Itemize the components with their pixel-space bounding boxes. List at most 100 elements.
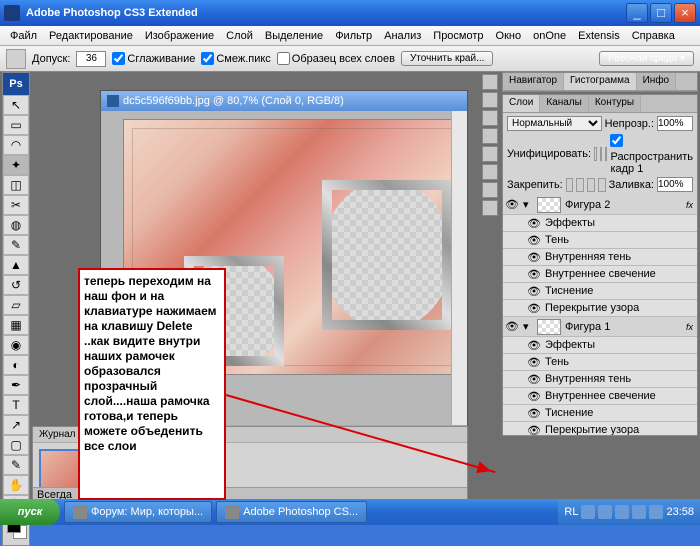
opacity-input[interactable] (657, 116, 693, 131)
fx-header[interactable]: 👁Эффекты (503, 215, 697, 232)
task-photoshop[interactable]: Adobe Photoshop CS... (216, 501, 367, 523)
blend-mode-select[interactable]: Нормальный (507, 116, 602, 131)
fx-item[interactable]: 👁Внутреннее свечение (503, 388, 697, 405)
opacity-label: Непрозр.: (605, 118, 654, 130)
alllayers-check[interactable]: Образец всех слоев (277, 52, 395, 65)
menu-select[interactable]: Выделение (259, 28, 329, 44)
workspace-button[interactable]: Рабочая среда ▾ (599, 51, 694, 66)
visibility-icon[interactable]: 👁 (505, 198, 519, 211)
panel-icon[interactable] (482, 182, 498, 198)
panel-icon[interactable] (482, 128, 498, 144)
clock[interactable]: 23:58 (666, 506, 694, 518)
fx-item[interactable]: 👁Внутренняя тень (503, 249, 697, 266)
move-tool[interactable]: ↖ (3, 95, 29, 115)
fill-input[interactable] (657, 177, 693, 192)
antialias-check[interactable]: Сглаживание (112, 52, 195, 65)
unify-icon[interactable] (605, 147, 607, 161)
menu-analysis[interactable]: Анализ (378, 28, 427, 44)
close-button[interactable]: × (674, 3, 696, 23)
fx-item[interactable]: 👁Тиснение (503, 283, 697, 300)
menu-filter[interactable]: Фильтр (329, 28, 378, 44)
history-brush-tool[interactable]: ↺ (3, 275, 29, 295)
panel-icon[interactable] (482, 110, 498, 126)
tab-layers[interactable]: Слои (503, 95, 540, 112)
menu-layer[interactable]: Слой (220, 28, 259, 44)
panel-icon[interactable] (482, 92, 498, 108)
tray-icon[interactable] (615, 505, 629, 519)
heal-tool[interactable]: ◍ (3, 215, 29, 235)
menu-bar: Файл Редактирование Изображение Слой Выд… (0, 26, 700, 46)
tray-icon[interactable] (598, 505, 612, 519)
stamp-tool[interactable]: ▲ (3, 255, 29, 275)
contiguous-check[interactable]: Смеж.пикс (201, 52, 270, 65)
hand-tool[interactable]: ✋ (3, 475, 29, 495)
unify-icon[interactable] (594, 147, 596, 161)
refine-edge-button[interactable]: Уточнить край... (401, 51, 493, 66)
menu-extensis[interactable]: Extensis (572, 28, 626, 44)
layer-figura1[interactable]: 👁▾Фигура 1fx (503, 317, 697, 337)
fx-item[interactable]: 👁Тень (503, 232, 697, 249)
menu-window[interactable]: Окно (490, 28, 528, 44)
menu-help[interactable]: Справка (626, 28, 681, 44)
menu-edit[interactable]: Редактирование (43, 28, 139, 44)
gradient-tool[interactable]: ▦ (3, 315, 29, 335)
frame-thumb[interactable] (39, 449, 83, 489)
menu-onone[interactable]: onOne (527, 28, 572, 44)
eraser-tool[interactable]: ▱ (3, 295, 29, 315)
slice-tool[interactable]: ✂ (3, 195, 29, 215)
window-titlebar: Adobe Photoshop CS3 Extended _ □ × (0, 0, 700, 26)
tolerance-input[interactable] (76, 51, 106, 67)
task-forum[interactable]: Форум: Мир, которы... (64, 501, 212, 523)
layer-figura2[interactable]: 👁▾Фигура 2fx (503, 195, 697, 215)
menu-view[interactable]: Просмотр (427, 28, 489, 44)
lock-icon[interactable] (587, 178, 595, 192)
panel-icon[interactable] (482, 200, 498, 216)
marquee-tool[interactable]: ▭ (3, 115, 29, 135)
start-button[interactable]: пуск (0, 499, 60, 525)
wand-tool[interactable]: ✦ (3, 155, 29, 175)
scroll-vertical[interactable] (451, 111, 467, 425)
fx-item[interactable]: 👁Внутреннее свечение (503, 266, 697, 283)
document-titlebar[interactable]: dc5c596f69bb.jpg @ 80,7% (Слой 0, RGB/8) (101, 91, 467, 111)
fx-item[interactable]: 👁Перекрытие узора (503, 422, 697, 435)
path-tool[interactable]: ↗ (3, 415, 29, 435)
lang-indicator[interactable]: RL (564, 506, 578, 518)
panel-icon[interactable] (482, 164, 498, 180)
tab-channels[interactable]: Каналы (540, 95, 589, 112)
fx-item[interactable]: 👁Внутренняя тень (503, 371, 697, 388)
tab-paths[interactable]: Контуры (589, 95, 641, 112)
tab-navigator[interactable]: Навигатор (503, 73, 564, 90)
tray-icon[interactable] (649, 505, 663, 519)
panel-icon[interactable] (482, 74, 498, 90)
shape-tool[interactable]: ▢ (3, 435, 29, 455)
tray-icon[interactable] (632, 505, 646, 519)
fx-item[interactable]: 👁Тень (503, 354, 697, 371)
fx-item[interactable]: 👁Перекрытие узора (503, 300, 697, 317)
tray-icon[interactable] (581, 505, 595, 519)
options-bar: Допуск: Сглаживание Смеж.пикс Образец вс… (0, 46, 700, 72)
tab-info[interactable]: Инфо (637, 73, 677, 90)
unify-icon[interactable] (600, 147, 602, 161)
app-icon (4, 5, 20, 21)
panel-icon[interactable] (482, 146, 498, 162)
brush-tool[interactable]: ✎ (3, 235, 29, 255)
propagate-check[interactable]: Распространить кадр 1 (610, 133, 693, 175)
blur-tool[interactable]: ◉ (3, 335, 29, 355)
fx-item[interactable]: 👁Тиснение (503, 405, 697, 422)
pen-tool[interactable]: ✒ (3, 375, 29, 395)
lock-icon[interactable] (598, 178, 606, 192)
type-tool[interactable]: T (3, 395, 29, 415)
eyedropper-tool[interactable]: ✎ (3, 455, 29, 475)
dodge-tool[interactable]: ◐ (3, 355, 29, 375)
fx-header[interactable]: 👁Эффекты (503, 337, 697, 354)
menu-file[interactable]: Файл (4, 28, 43, 44)
workspace: Ps ↖ ▭ ◠ ✦ ◫ ✂ ◍ ✎ ▲ ↺ ▱ ▦ ◉ ◐ ✒ T ↗ ▢ ✎… (0, 72, 700, 499)
lock-icon[interactable] (566, 178, 574, 192)
tab-histogram[interactable]: Гистограмма (564, 73, 637, 90)
menu-image[interactable]: Изображение (139, 28, 220, 44)
lasso-tool[interactable]: ◠ (3, 135, 29, 155)
lock-icon[interactable] (576, 178, 584, 192)
minimize-button[interactable]: _ (626, 3, 648, 23)
maximize-button[interactable]: □ (650, 3, 672, 23)
crop-tool[interactable]: ◫ (3, 175, 29, 195)
